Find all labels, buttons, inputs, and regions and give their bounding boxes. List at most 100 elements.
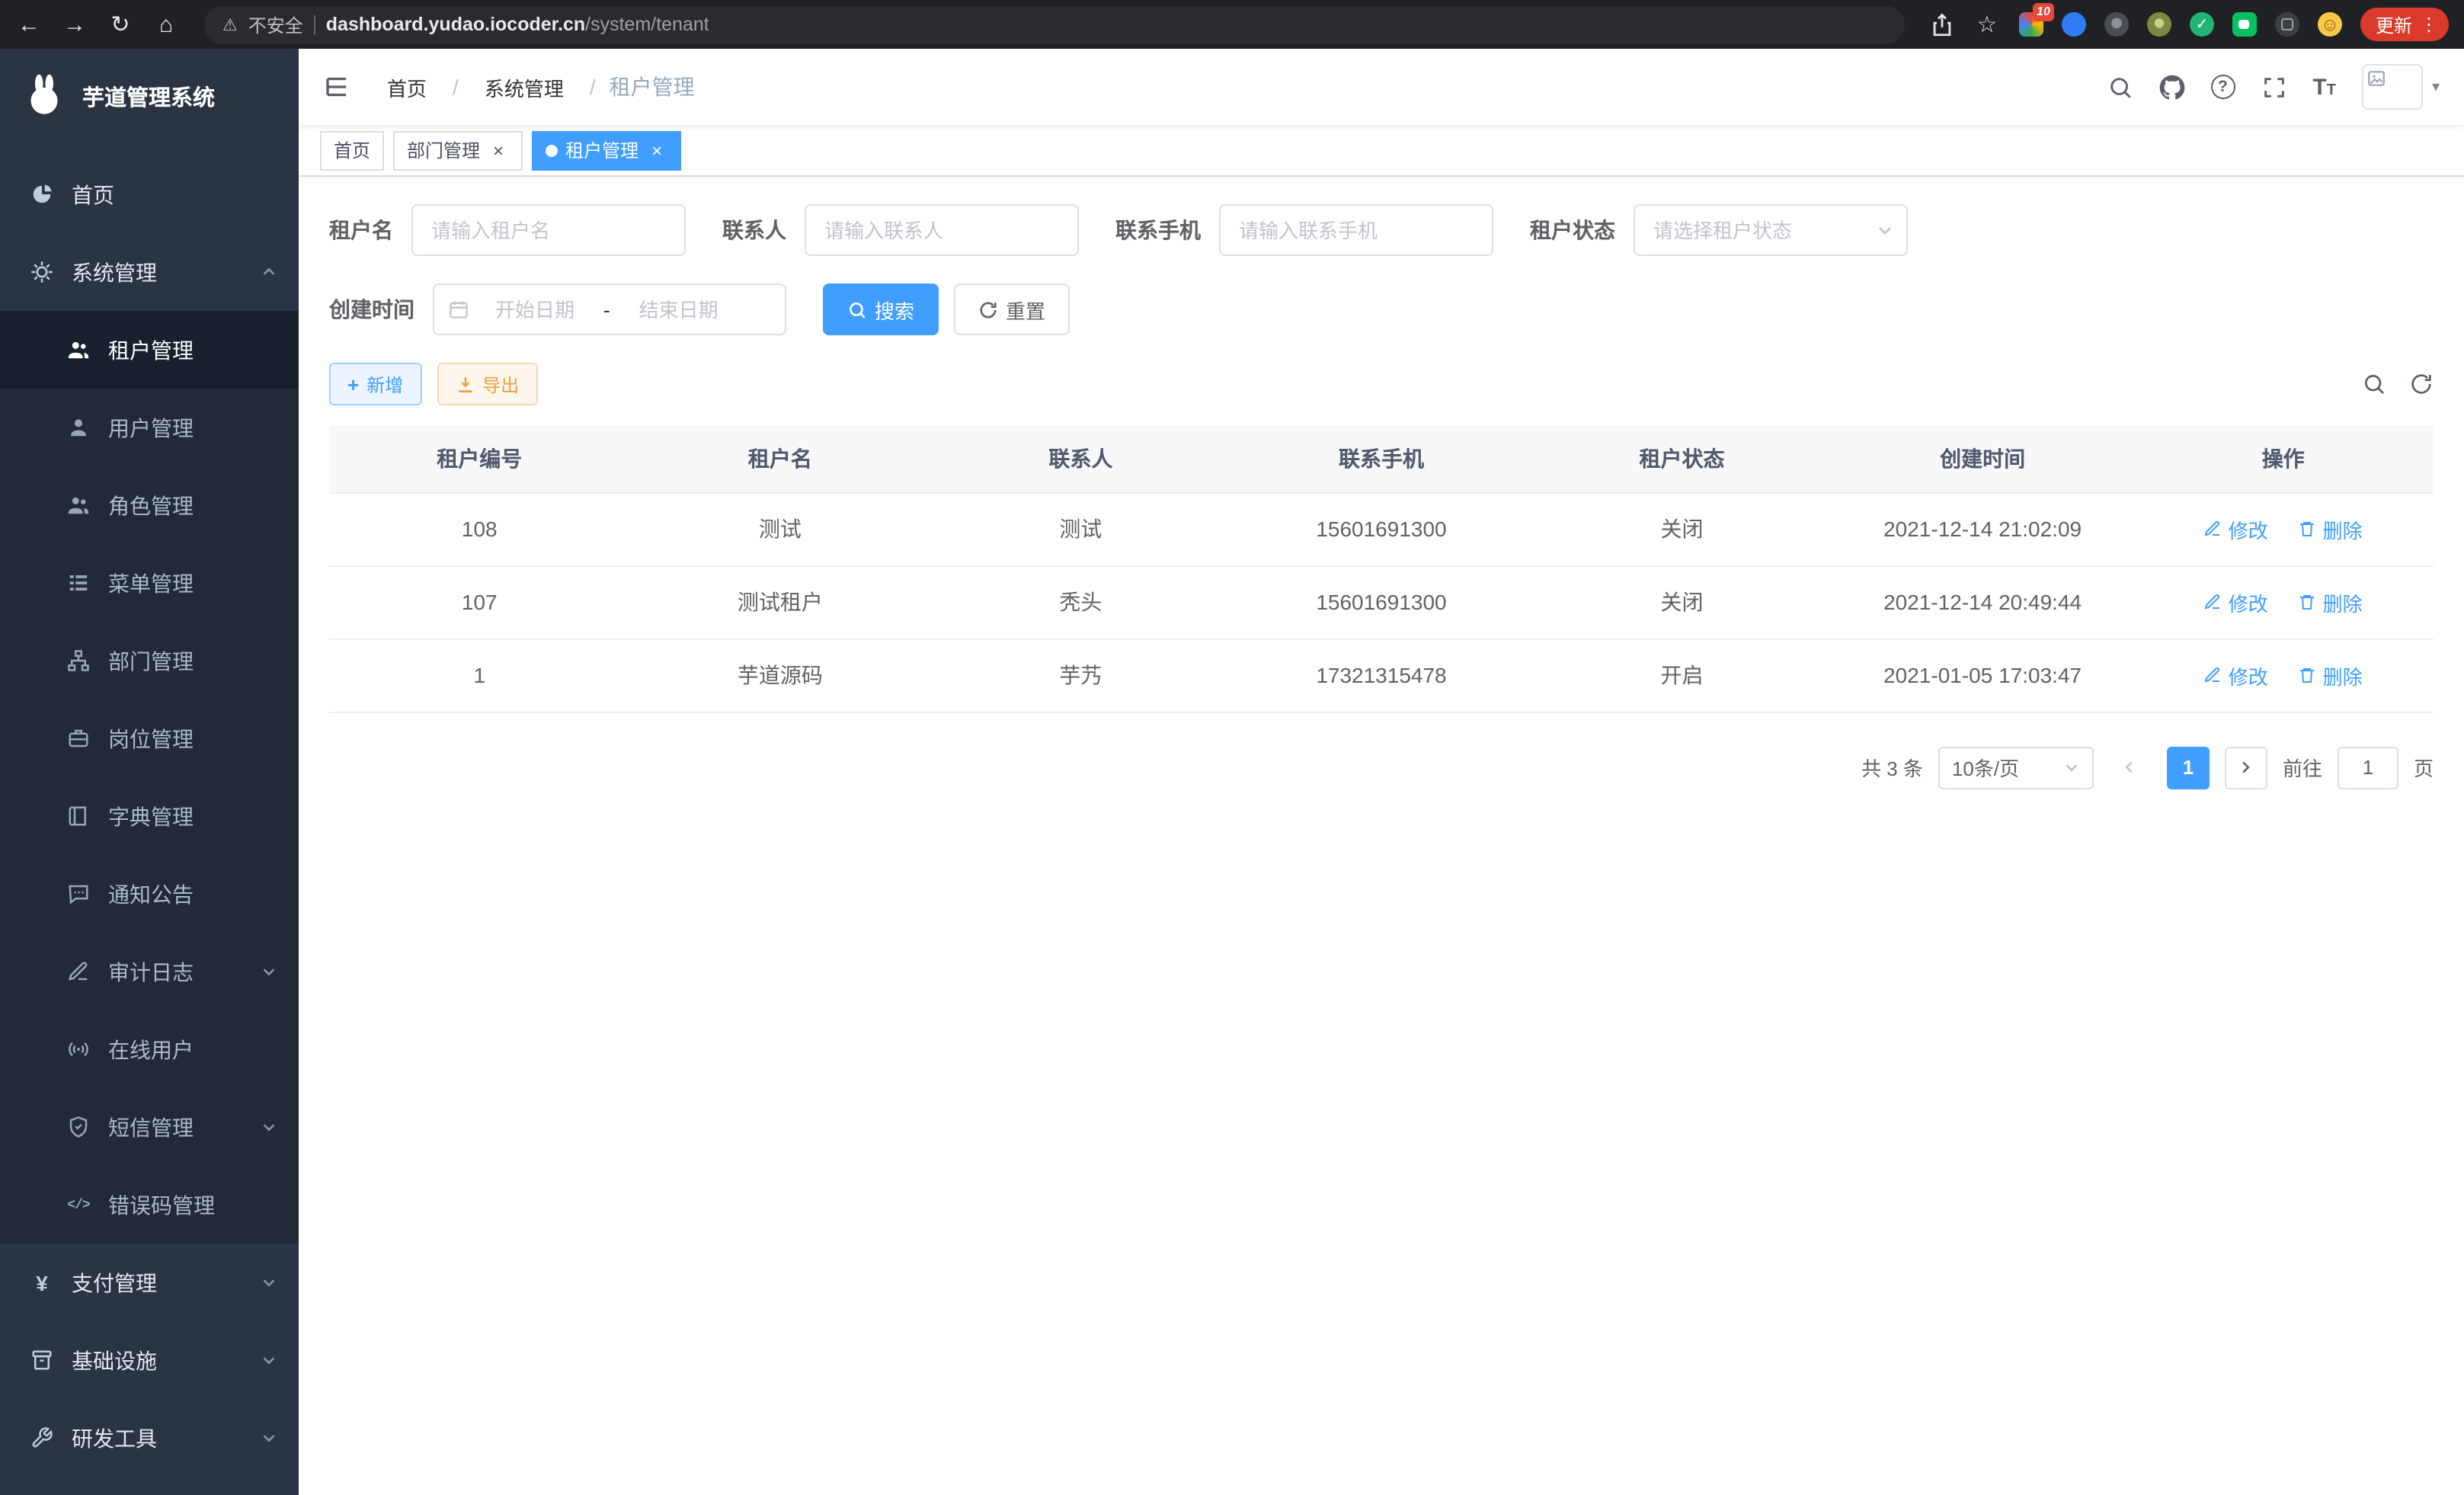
refresh-icon[interactable] [2409, 372, 2434, 396]
close-icon[interactable]: × [646, 139, 667, 161]
end-date-input[interactable] [621, 298, 737, 321]
extension-icon[interactable] [2147, 12, 2171, 37]
delete-link[interactable]: 删除 [2299, 514, 2363, 543]
table-header-row: 租户编号 租户名 联系人 联系手机 租户状态 创建时间 操作 [329, 425, 2434, 492]
cell-status: 关闭 [1531, 492, 1832, 565]
address-bar[interactable]: ⚠ 不安全 dashboard.yudao.iocoder.cn/system/… [204, 5, 1905, 43]
sidebar-item-system[interactable]: 系统管理 [0, 233, 299, 311]
extensions-icon[interactable]: 10 [2019, 12, 2043, 37]
breadcrumb-system[interactable]: 系统管理 [485, 72, 564, 101]
back-icon[interactable]: ← [15, 13, 43, 36]
home-icon[interactable]: ⌂ [152, 13, 180, 36]
start-date-input[interactable] [477, 298, 593, 321]
cell-status: 关闭 [1531, 565, 1832, 639]
profile-avatar-icon[interactable]: ☺ [2318, 12, 2342, 37]
edit-link[interactable]: 修改 [2204, 514, 2268, 543]
delete-link[interactable]: 删除 [2299, 661, 2363, 690]
github-icon[interactable] [2158, 74, 2184, 100]
browser-menu-icon: ⋮ [2420, 14, 2441, 35]
delete-link[interactable]: 删除 [2299, 587, 2363, 616]
sidebar-item-home[interactable]: 首页 [0, 155, 299, 233]
sidebar-item-tenant[interactable]: 租户管理 [0, 311, 299, 389]
next-page-button[interactable] [2225, 746, 2267, 789]
export-button[interactable]: 导出 [437, 363, 537, 405]
contact-input[interactable] [805, 204, 1079, 256]
share-icon[interactable] [1929, 11, 1955, 37]
sidebar-item-online-users[interactable]: 在线用户 [0, 1010, 299, 1088]
sidebar-item-dict[interactable]: 字典管理 [0, 777, 299, 855]
page-size-select[interactable]: 10条/页 [1938, 746, 2094, 789]
signal-icon [67, 1038, 90, 1061]
sidebar-item-post[interactable]: 岗位管理 [0, 699, 299, 777]
wrench-icon [30, 1426, 53, 1449]
url-text: dashboard.yudao.iocoder.cn/system/tenant [326, 14, 709, 35]
cell-mobile: 17321315478 [1231, 639, 1532, 712]
update-button[interactable]: 更新 ⋮ [2360, 8, 2449, 41]
reload-icon[interactable]: ↻ [107, 13, 134, 36]
tab-home[interactable]: 首页 [320, 130, 384, 170]
contact-label: 联系人 [722, 215, 786, 245]
table-row: 107 测试租户 秃头 15601691300 关闭 2021-12-14 20… [329, 565, 2434, 639]
sidebar-item-dept[interactable]: 部门管理 [0, 622, 299, 699]
goto-page-input[interactable] [2338, 746, 2398, 789]
search-icon [847, 299, 867, 319]
extension-icon[interactable] [2275, 12, 2299, 37]
extension-badge: 10 [2033, 3, 2054, 21]
toggle-search-icon[interactable] [2362, 372, 2386, 396]
tab-tenant[interactable]: 租户管理 × [532, 130, 681, 170]
divider [314, 14, 315, 34]
extension-icon[interactable] [2104, 12, 2129, 37]
search-icon[interactable] [2107, 74, 2133, 100]
sidebar-toggle-icon[interactable] [323, 73, 350, 101]
page-unit-label: 页 [2414, 753, 2434, 782]
mobile-input[interactable] [1219, 204, 1493, 256]
menu-label: 用户管理 [108, 412, 194, 443]
tab-dept[interactable]: 部门管理 × [393, 130, 523, 170]
menu-label: 短信管理 [108, 1112, 194, 1142]
create-time-range-picker[interactable]: - [433, 283, 786, 335]
avatar[interactable]: ▾ [2362, 64, 2440, 110]
close-icon[interactable]: × [488, 139, 509, 161]
status-label: 租户状态 [1530, 215, 1615, 245]
fullscreen-icon[interactable] [2261, 74, 2286, 100]
forward-icon[interactable]: → [61, 13, 88, 36]
sidebar-item-sms[interactable]: 短信管理 [0, 1088, 299, 1166]
edit-doc-icon [67, 960, 90, 983]
app-logo[interactable]: 芋道管理系统 [0, 49, 299, 143]
menu-label: 基础设施 [72, 1345, 157, 1375]
extension-icon[interactable] [2232, 12, 2257, 37]
sidebar-item-devtools[interactable]: 研发工具 [0, 1399, 299, 1477]
sidebar-item-user[interactable]: 用户管理 [0, 389, 299, 466]
tenant-table: 租户编号 租户名 联系人 联系手机 租户状态 创建时间 操作 108 测试 [329, 425, 2434, 712]
extension-check-icon[interactable]: ✓ [2190, 12, 2214, 37]
sidebar-item-errorcode[interactable]: </> 错误码管理 [0, 1166, 299, 1244]
cell-contact: 芋艿 [930, 639, 1231, 712]
sidebar-item-notice[interactable]: 通知公告 [0, 855, 299, 933]
extension-icon[interactable] [2062, 12, 2086, 37]
page-1-button[interactable]: 1 [2167, 746, 2210, 789]
sidebar-item-menu[interactable]: 菜单管理 [0, 544, 299, 622]
menu-label: 研发工具 [72, 1423, 157, 1453]
create-time-label: 创建时间 [329, 294, 414, 325]
sidebar-item-pay[interactable]: ¥ 支付管理 [0, 1244, 299, 1321]
help-icon[interactable]: ? [2210, 75, 2235, 99]
edit-link[interactable]: 修改 [2204, 661, 2268, 690]
edit-link[interactable]: 修改 [2204, 587, 2268, 616]
tenant-name-input[interactable] [411, 204, 686, 256]
add-button[interactable]: + 新增 [329, 363, 421, 405]
reset-button[interactable]: 重置 [954, 283, 1070, 335]
search-button[interactable]: 搜索 [823, 283, 939, 335]
menu-label: 菜单管理 [108, 568, 194, 598]
breadcrumb-home[interactable]: 首页 [387, 72, 427, 101]
sidebar-item-infra[interactable]: 基础设施 [0, 1321, 299, 1399]
page-size-value: 10条/页 [1952, 753, 2019, 782]
prev-page-button[interactable] [2109, 746, 2152, 789]
tenant-status-input[interactable] [1634, 204, 1908, 256]
col-header-mobile: 联系手机 [1231, 425, 1532, 492]
font-size-icon[interactable]: TT [2312, 75, 2336, 98]
list-icon [67, 571, 90, 594]
sidebar-item-role[interactable]: 角色管理 [0, 466, 299, 544]
bookmark-star-icon[interactable]: ☆ [1973, 13, 2001, 36]
tenant-status-select[interactable] [1634, 204, 1908, 256]
sidebar-item-audit-log[interactable]: 审计日志 [0, 933, 299, 1010]
